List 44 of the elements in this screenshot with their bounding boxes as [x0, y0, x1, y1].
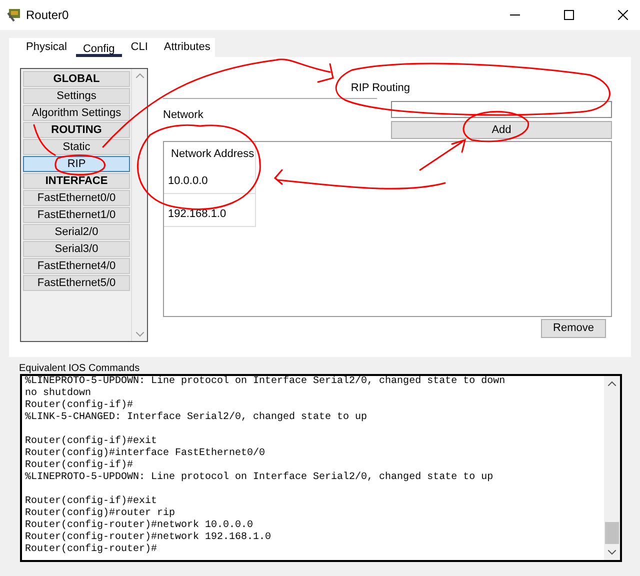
- section-header[interactable]: GLOBAL: [23, 71, 130, 87]
- console-line: Router(config)#router rip: [25, 508, 176, 520]
- console-line: Router(config-if)#: [25, 400, 134, 412]
- console-line: %LINK-5-CHANGED: Interface Serial2/0, changed state to up: [25, 412, 368, 424]
- close-icon[interactable]: [618, 10, 628, 20]
- sidebar-item[interactable]: Serial3/0: [23, 241, 130, 257]
- network-label: Network: [163, 108, 204, 120]
- sidebar-item[interactable]: FastEthernet1/0: [23, 207, 130, 223]
- tab[interactable]: CLI: [124, 38, 155, 57]
- window-title: Router0: [26, 7, 69, 24]
- column-header: Network Address: [164, 142, 256, 160]
- router-icon: [6, 7, 22, 23]
- table-cell[interactable]: 10.0.0.0: [164, 160, 256, 194]
- sidebar-item[interactable]: RIP: [23, 156, 130, 172]
- console-line: no shutdown: [25, 388, 92, 400]
- console-line: Router(config)#interface FastEthernet0/0: [25, 448, 266, 460]
- remove-button[interactable]: Remove: [541, 318, 606, 338]
- sidebar-item[interactable]: Settings: [23, 88, 130, 104]
- console-line: Router(config-router)#network 10.0.0.0: [25, 520, 254, 532]
- console-line: %LINEPROTO-5-UPDOWN: Line protocol on Interface Serial2/0, changed state to up: [25, 472, 494, 484]
- sidebar-item[interactable]: FastEthernet0/0: [23, 190, 130, 206]
- tab[interactable]: Physical: [19, 38, 74, 57]
- console-line: Router(config-if)#exit: [25, 436, 158, 448]
- sidebar-item[interactable]: Algorithm Settings: [23, 105, 130, 121]
- console-line: %LINEPROTO-5-UPDOWN: Line protocol on Interface Serial2/0, changed state to down: [25, 376, 506, 388]
- maximize-icon[interactable]: [564, 10, 574, 20]
- panel-title: RIP Routing: [350, 81, 410, 96]
- add-button[interactable]: Add: [391, 120, 612, 138]
- section-header[interactable]: ROUTING: [23, 122, 130, 138]
- console-label: Equivalent IOS Commands: [19, 363, 141, 374]
- console-line: Router(config-router)#network 192.168.1.0: [25, 532, 272, 544]
- console-line: Router(config-if)#exit: [25, 496, 158, 508]
- sidebar-item[interactable]: FastEthernet5/0: [23, 275, 130, 291]
- network-input-field[interactable]: [391, 100, 612, 118]
- console-line: Router(config-router)#: [25, 544, 158, 556]
- sidebar-item[interactable]: FastEthernet4/0: [23, 258, 130, 274]
- scrollbar[interactable]: [604, 376, 620, 560]
- console-line: Router(config-if)#: [25, 460, 134, 472]
- section-header[interactable]: INTERFACE: [23, 173, 130, 189]
- tab[interactable]: Attributes: [156, 38, 218, 57]
- sidebar-item[interactable]: Static: [23, 139, 130, 155]
- sidebar-item[interactable]: Serial2/0: [23, 224, 130, 240]
- table-cell[interactable]: 192.168.1.0: [164, 194, 256, 226]
- scrollbar-thumb[interactable]: [605, 522, 619, 544]
